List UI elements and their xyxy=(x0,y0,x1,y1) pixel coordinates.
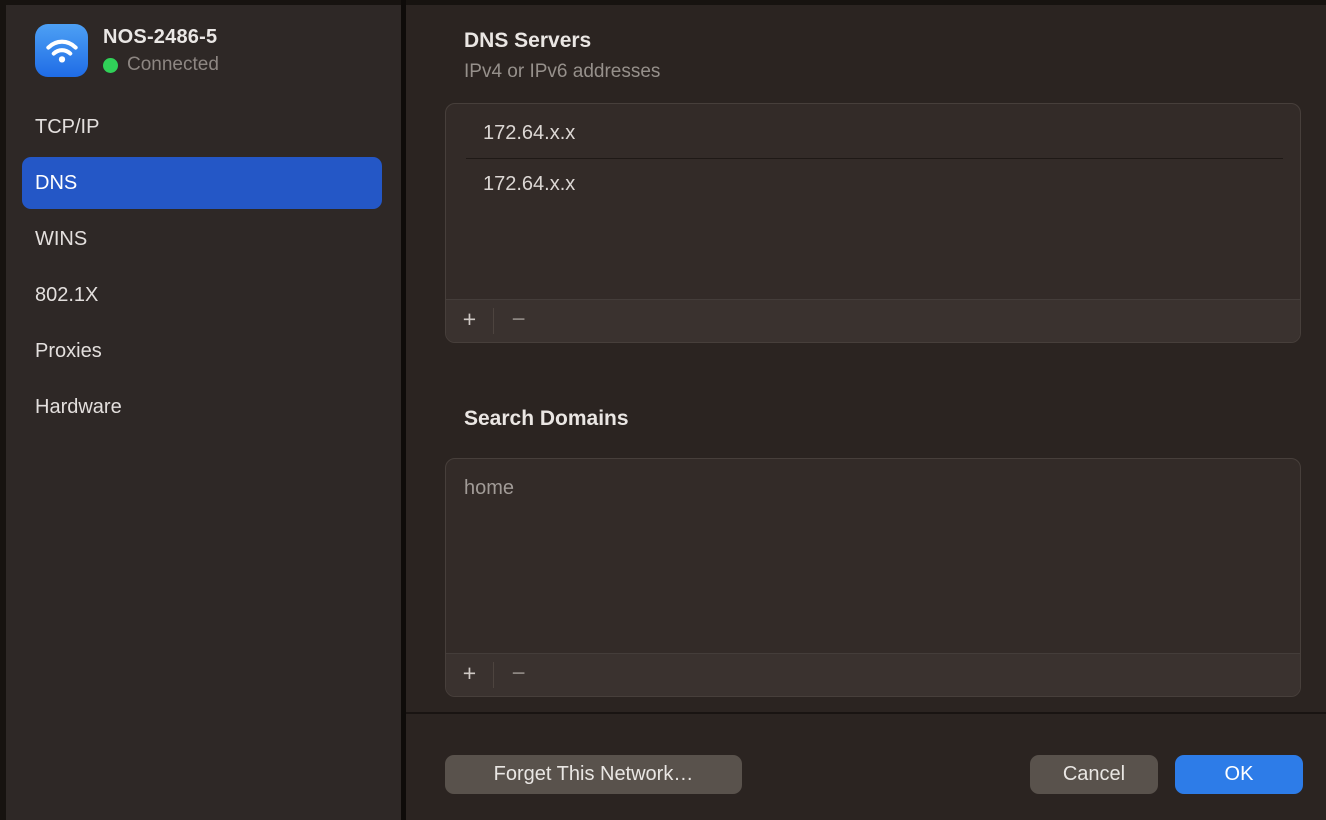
dns-servers-title: DNS Servers xyxy=(464,29,591,53)
dns-server-row[interactable]: 172.64.x.x xyxy=(446,159,1300,209)
search-domain-remove-button[interactable]: − xyxy=(494,654,543,696)
ok-button[interactable]: OK xyxy=(1175,755,1303,794)
network-header: NOS-2486-5 Connected xyxy=(35,24,219,77)
dns-servers-listbox: 172.64.x.x 172.64.x.x + − xyxy=(445,103,1301,343)
dns-server-row[interactable]: 172.64.x.x xyxy=(446,108,1300,158)
dns-servers-footer: + − xyxy=(446,299,1300,342)
sidebar-nav: TCP/IP DNS WINS 802.1X Proxies Hardware xyxy=(6,101,401,437)
sidebar-item-hardware[interactable]: Hardware xyxy=(22,381,382,433)
dns-remove-button[interactable]: − xyxy=(494,300,543,342)
search-domain-add-button[interactable]: + xyxy=(446,654,493,696)
network-status: Connected xyxy=(103,54,219,76)
wifi-icon xyxy=(35,24,88,77)
cancel-button[interactable]: Cancel xyxy=(1030,755,1158,794)
search-domains-listbox: home + − xyxy=(445,458,1301,697)
connected-status-dot-icon xyxy=(103,58,118,73)
sidebar-item-wins[interactable]: WINS xyxy=(22,213,382,265)
bottom-divider xyxy=(406,712,1326,714)
sidebar-item-dns[interactable]: DNS xyxy=(22,157,382,209)
sidebar-item-tcpip[interactable]: TCP/IP xyxy=(22,101,382,153)
connected-status-label: Connected xyxy=(127,54,219,76)
search-domains-footer: + − xyxy=(446,653,1300,696)
sidebar-item-proxies[interactable]: Proxies xyxy=(22,325,382,377)
dns-add-button[interactable]: + xyxy=(446,300,493,342)
search-domains-list: home xyxy=(446,459,1300,653)
network-meta: NOS-2486-5 Connected xyxy=(103,24,219,76)
dns-settings-pane: DNS Servers IPv4 or IPv6 addresses 172.6… xyxy=(406,5,1326,820)
sidebar: NOS-2486-5 Connected TCP/IP DNS WINS 802… xyxy=(6,5,401,820)
dns-servers-subtitle: IPv4 or IPv6 addresses xyxy=(464,61,660,83)
forget-network-button[interactable]: Forget This Network… xyxy=(445,755,742,794)
sidebar-item-8021x[interactable]: 802.1X xyxy=(22,269,382,321)
dns-servers-list: 172.64.x.x 172.64.x.x xyxy=(446,104,1300,299)
search-domain-row[interactable]: home xyxy=(446,463,1300,513)
search-domains-title: Search Domains xyxy=(464,407,629,431)
network-name: NOS-2486-5 xyxy=(103,26,219,49)
wifi-details-window: NOS-2486-5 Connected TCP/IP DNS WINS 802… xyxy=(0,0,1326,820)
